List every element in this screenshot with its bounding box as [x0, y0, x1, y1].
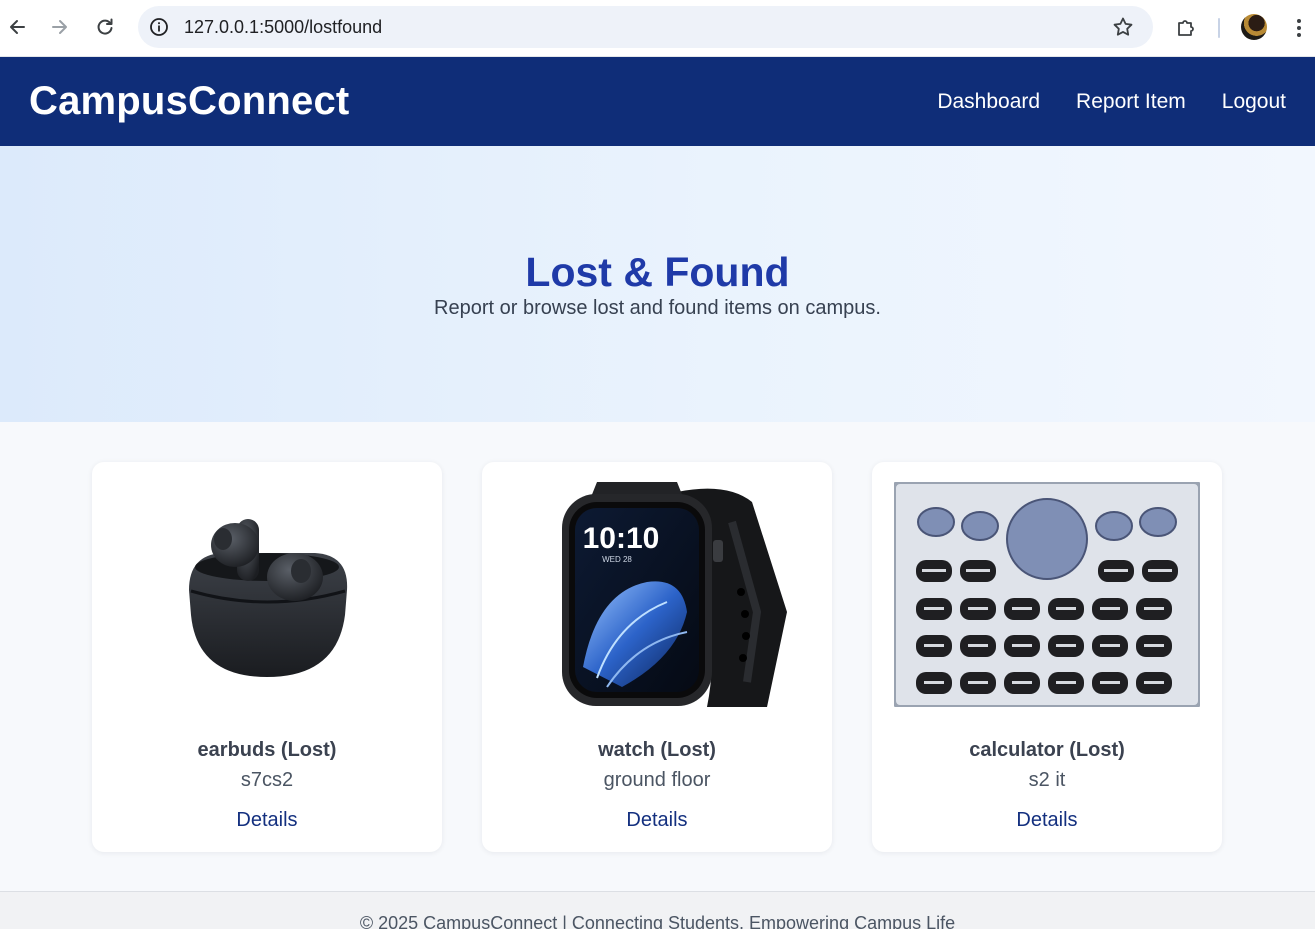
page-title: Lost & Found — [525, 249, 790, 295]
toolbar-divider — [1218, 18, 1220, 38]
item-title: earbuds (Lost) — [197, 739, 337, 761]
brand-logo[interactable]: CampusConnect — [29, 79, 349, 124]
calculator-image — [894, 482, 1200, 707]
profile-avatar[interactable] — [1241, 14, 1267, 40]
puzzle-icon — [1178, 20, 1194, 36]
star-icon[interactable] — [1111, 15, 1135, 39]
browser-toolbar: 127.0.0.1:5000/lostfound — [0, 0, 1315, 57]
reload-button[interactable] — [88, 10, 122, 44]
watch-time-text: 10:10 — [583, 522, 660, 555]
earbuds-image — [114, 482, 420, 707]
item-title: calculator (Lost) — [969, 739, 1125, 761]
footer-text: © 2025 CampusConnect | Connecting Studen… — [359, 913, 956, 929]
url-text[interactable]: 127.0.0.1:5000/lostfound — [184, 17, 382, 38]
nav-dashboard[interactable]: Dashboard — [937, 90, 1040, 114]
hero-banner: Lost & Found Report or browse lost and f… — [0, 146, 1315, 422]
kebab-menu-icon — [1297, 19, 1301, 37]
info-icon[interactable] — [148, 16, 170, 38]
smartwatch-image: 10:10 WED 28 — [504, 482, 810, 707]
forward-button[interactable] — [43, 10, 77, 44]
back-button[interactable] — [0, 10, 34, 44]
item-location: s7cs2 — [240, 769, 294, 791]
details-link[interactable]: Details — [482, 809, 832, 832]
site-footer: © 2025 CampusConnect | Connecting Studen… — [0, 891, 1315, 929]
details-link[interactable]: Details — [92, 809, 442, 832]
item-title: watch (Lost) — [598, 739, 716, 761]
arrow-left-icon — [10, 20, 25, 34]
top-navigation: Dashboard Report Item Logout — [937, 90, 1286, 114]
nav-report-item[interactable]: Report Item — [1076, 90, 1186, 114]
page-subtitle: Report or browse lost and found items on… — [434, 297, 881, 319]
item-card-earbuds: earbuds (Lost) s7cs2 Details — [92, 462, 442, 852]
site-header: CampusConnect Dashboard Report Item Logo… — [0, 57, 1315, 146]
item-location: s2 it — [1028, 769, 1066, 791]
extensions-button[interactable] — [1170, 12, 1202, 44]
item-card-calculator: calculator (Lost) s2 it Details — [872, 462, 1222, 852]
address-bar[interactable]: 127.0.0.1:5000/lostfound — [138, 6, 1153, 48]
item-location: ground floor — [603, 769, 711, 791]
item-card-watch: 10:10 WED 28 watch (Lost) ground floor D… — [482, 462, 832, 852]
reload-icon — [97, 18, 113, 35]
browser-menu-button[interactable] — [1288, 12, 1310, 44]
watch-date-text: WED 28 — [602, 555, 632, 564]
nav-logout[interactable]: Logout — [1222, 90, 1286, 114]
arrow-right-icon — [52, 20, 67, 34]
details-link[interactable]: Details — [872, 809, 1222, 832]
